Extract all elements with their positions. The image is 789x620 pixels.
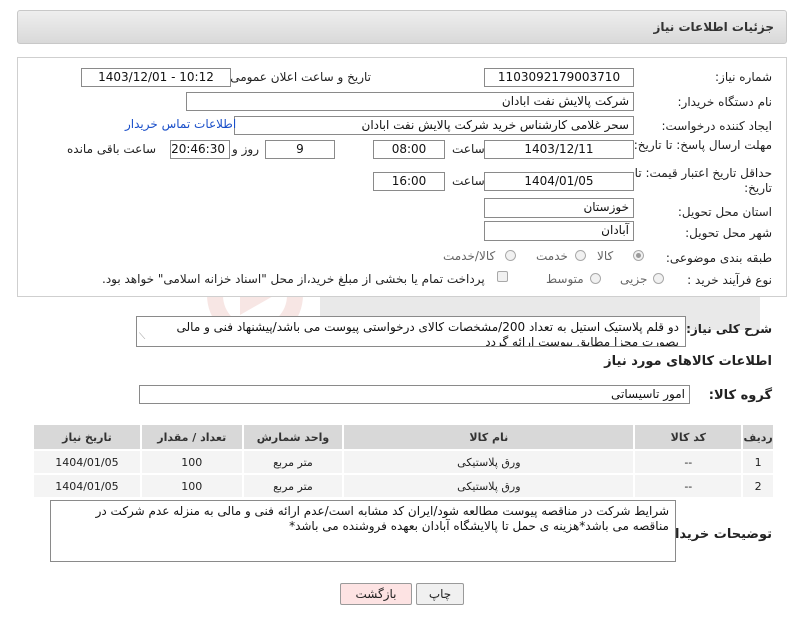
cell-name: ورق پلاستیکی [342, 449, 636, 475]
remaining-label: ساعت باقی مانده [67, 142, 157, 156]
process-label: نوع فرآیند خرید : [687, 273, 772, 287]
cell-qty: 100 [139, 449, 244, 475]
buyer-org-label: نام دستگاه خریدار: [677, 95, 773, 109]
cell-date: 1404/01/05 [32, 473, 142, 499]
page-title: جزئیات اطلاعات نیاز [653, 20, 774, 34]
cell-row: 1 [741, 449, 775, 475]
category-service-radio[interactable] [575, 250, 586, 261]
cell-unit: متر مربع [241, 449, 345, 475]
goods-group-label: گروه کالا: [708, 388, 772, 403]
need-number-label: شماره نیاز: [715, 70, 772, 84]
validity-time-field: 16:00 [373, 172, 445, 191]
validity-label: حداقل تاریخ اعتبار قیمت: تا تاریخ: [634, 166, 772, 195]
table-row: 1 -- ورق پلاستیکی متر مربع 100 1404/01/0… [32, 449, 775, 475]
resize-handle-icon: ⟋ [139, 332, 146, 342]
cell-row: 2 [741, 473, 775, 499]
announce-field: 1403/12/01 - 10:12 [81, 68, 231, 87]
back-button[interactable]: بازگشت [340, 583, 412, 605]
col-header-date: تاریخ نیاز [32, 423, 142, 451]
city-label: شهر محل تحویل: [685, 226, 772, 240]
description-textarea[interactable]: دو قلم پلاستیک استیل به تعداد 200/مشخصات… [136, 316, 686, 347]
days-label: روز و [232, 142, 259, 156]
process-minor-label: جزیی [620, 272, 648, 286]
buyer-notes-textarea[interactable]: شرایط شرکت در مناقصه پیوست مطالعه شود/ای… [50, 500, 676, 562]
city-field: آبادان [484, 221, 634, 241]
col-header-name: نام کالا [342, 423, 636, 451]
goods-section-title: اطلاعات کالاهای مورد نیاز [604, 354, 772, 369]
cell-code: -- [633, 473, 744, 499]
col-header-row: ردیف [741, 423, 775, 451]
category-goods-label: کالا [597, 249, 614, 263]
creator-field: سحر غلامی کارشناس خرید شرکت پالایش نفت ا… [234, 116, 634, 135]
process-medium-radio[interactable] [590, 273, 601, 284]
province-label: استان محل تحویل: [677, 205, 772, 219]
category-goods-radio[interactable] [633, 250, 644, 261]
process-minor-radio[interactable] [653, 273, 664, 284]
cell-unit: متر مربع [241, 473, 345, 499]
remaining-time-field: 20:46:30 [170, 140, 230, 159]
deadline-time-label: ساعت [452, 142, 485, 156]
col-header-code: کد کالا [633, 423, 744, 451]
deadline-time-field: 08:00 [373, 140, 445, 159]
validity-time-label: ساعت [452, 174, 485, 188]
buyer-contact-link[interactable]: اطلاعات تماس خریدار [125, 117, 236, 131]
category-both-label: کالا/خدمت [443, 249, 496, 263]
cell-date: 1404/01/05 [32, 449, 142, 475]
days-field: 9 [265, 140, 335, 159]
category-service-label: خدمت [536, 249, 568, 263]
province-field: خوزستان [484, 198, 634, 218]
goods-table-container: ردیف کد کالا نام کالا واحد شمارش تعداد /… [32, 423, 775, 499]
category-label: طبقه بندی موضوعی: [665, 251, 772, 265]
buyer-org-field: شرکت پالایش نفت ابادان [186, 92, 634, 111]
category-both-radio[interactable] [505, 250, 516, 261]
goods-table: ردیف کد کالا نام کالا واحد شمارش تعداد /… [32, 423, 775, 499]
description-text: دو قلم پلاستیک استیل به تعداد 200/مشخصات… [176, 320, 679, 347]
print-button[interactable]: چاپ [416, 583, 464, 605]
process-medium-label: متوسط [546, 272, 584, 286]
buyer-notes-label: توضیحات خریدار: [662, 527, 772, 542]
need-number-field: 1103092179003710 [484, 68, 634, 87]
cell-name: ورق پلاستیکی [342, 473, 636, 499]
creator-label: ایجاد کننده درخواست: [661, 119, 772, 133]
description-label: شرح کلی نیاز: [686, 322, 772, 336]
deadline-label: مهلت ارسال پاسخ: تا تاریخ: [633, 138, 772, 152]
buyer-notes-text: شرایط شرکت در مناقصه پیوست مطالعه شود/ای… [95, 504, 669, 533]
col-header-qty: تعداد / مقدار [139, 423, 244, 451]
goods-table-header: ردیف کد کالا نام کالا واحد شمارش تعداد /… [32, 423, 775, 451]
page-header: جزئیات اطلاعات نیاز [17, 10, 787, 44]
goods-group-field: امور تاسیساتی [139, 385, 690, 404]
col-header-unit: واحد شمارش [241, 423, 345, 451]
announce-label: تاریخ و ساعت اعلان عمومی: [226, 70, 371, 84]
deadline-date-field: 1403/12/11 [484, 140, 634, 159]
treasury-payment-note: پرداخت تمام یا بخشی از مبلغ خرید،از محل … [102, 272, 485, 286]
cell-code: -- [633, 449, 744, 475]
cell-qty: 100 [139, 473, 244, 499]
treasury-payment-checkbox[interactable] [497, 271, 508, 282]
validity-date-field: 1404/01/05 [484, 172, 634, 191]
table-row: 2 -- ورق پلاستیکی متر مربع 100 1404/01/0… [32, 473, 775, 499]
